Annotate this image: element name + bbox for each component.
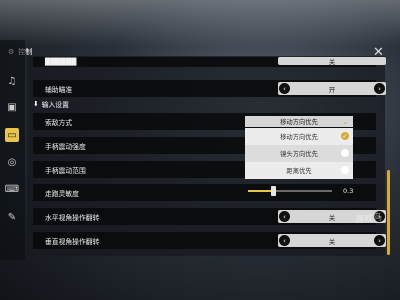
chevron-left-icon[interactable]: ‹ xyxy=(279,211,290,222)
dropdown-option[interactable]: 移动方向优先 ✓ xyxy=(245,128,353,145)
row-label: 走跑灵敏度 xyxy=(45,189,79,198)
settings-row-sensitivity: 走跑灵敏度 xyxy=(33,184,376,201)
dropdown-option[interactable]: 镜头方向优先 xyxy=(245,145,353,162)
row-label: 手柄震动强度 xyxy=(45,142,86,151)
sensitivity-slider[interactable] xyxy=(248,186,332,196)
row-label: 索敌方式 xyxy=(45,118,73,127)
vertical-invert-selector[interactable]: ‹ 关 › xyxy=(278,234,386,247)
row-label: 垂直视角操作翻转 xyxy=(45,237,100,246)
dropdown-option[interactable]: 距离优先 xyxy=(245,162,353,179)
row-label: 水平视角操作翻转 xyxy=(45,213,100,222)
picture-icon[interactable]: ▣ xyxy=(5,100,19,114)
chevron-right-icon[interactable]: › xyxy=(374,83,385,94)
wrench-icon[interactable]: ✎ xyxy=(5,210,19,224)
row-label: 辅助瞄准 xyxy=(45,85,73,94)
option-selector[interactable]: 关 xyxy=(278,57,386,66)
option-label: 镜头方向优先 xyxy=(280,151,318,158)
row-label: ██████ xyxy=(45,58,77,66)
slider-value: 0.3 xyxy=(343,187,354,195)
gamepad-icon[interactable]: ◎ xyxy=(5,155,19,169)
section-header: ⬇ 输入设置 xyxy=(33,99,69,109)
chevron-left-icon[interactable]: ‹ xyxy=(279,83,290,94)
option-label: 距离优先 xyxy=(286,168,312,175)
radio-icon xyxy=(341,166,349,174)
section-title: 输入设置 xyxy=(41,101,69,109)
option-label: 移动方向优先 xyxy=(280,134,318,141)
download-icon: ⬇ xyxy=(33,100,39,108)
check-icon: ✓ xyxy=(341,132,349,140)
slider-handle[interactable] xyxy=(271,186,277,196)
chevron-down-icon: ⌄ xyxy=(342,117,349,126)
settings-row: ██████ 关 xyxy=(33,57,386,67)
top-band xyxy=(0,0,400,46)
selector-value: 关 xyxy=(328,213,336,222)
scrollbar[interactable] xyxy=(387,170,390,255)
radio-icon xyxy=(341,149,349,157)
settings-row-horizontal-invert: 水平视角操作翻转 ‹ 关 › xyxy=(33,208,386,225)
chevron-left-icon[interactable]: ‹ xyxy=(279,235,290,246)
selector-value: 关 xyxy=(328,58,336,66)
dropdown-menu: 移动方向优先 ✓ 镜头方向优先 距离优先 xyxy=(245,128,353,179)
chevron-right-icon[interactable]: › xyxy=(374,235,385,246)
selector-value: 开 xyxy=(328,85,336,94)
keyboard-icon[interactable]: ⌨ xyxy=(5,182,19,196)
music-icon[interactable]: ♫ xyxy=(5,74,19,88)
sidebar: ♫ ▣ ▭ ◎ ⌨ ✎ xyxy=(0,40,25,260)
chat-icon[interactable]: ▭ xyxy=(5,128,19,142)
settings-row-aim-assist: 辅助瞄准 ‹ 开 › xyxy=(33,80,386,97)
row-label: 手柄震动范围 xyxy=(45,166,86,175)
aim-assist-selector[interactable]: ‹ 开 › xyxy=(278,82,386,95)
targeting-dropdown[interactable]: 移动方向优先 ⌄ xyxy=(245,116,353,127)
dropdown-selected: 移动方向优先 xyxy=(280,119,318,126)
selector-value: 关 xyxy=(328,237,336,246)
settings-row-vertical-invert: 垂直视角操作翻转 ‹ 关 › xyxy=(33,232,386,249)
slider-fill xyxy=(248,190,274,192)
